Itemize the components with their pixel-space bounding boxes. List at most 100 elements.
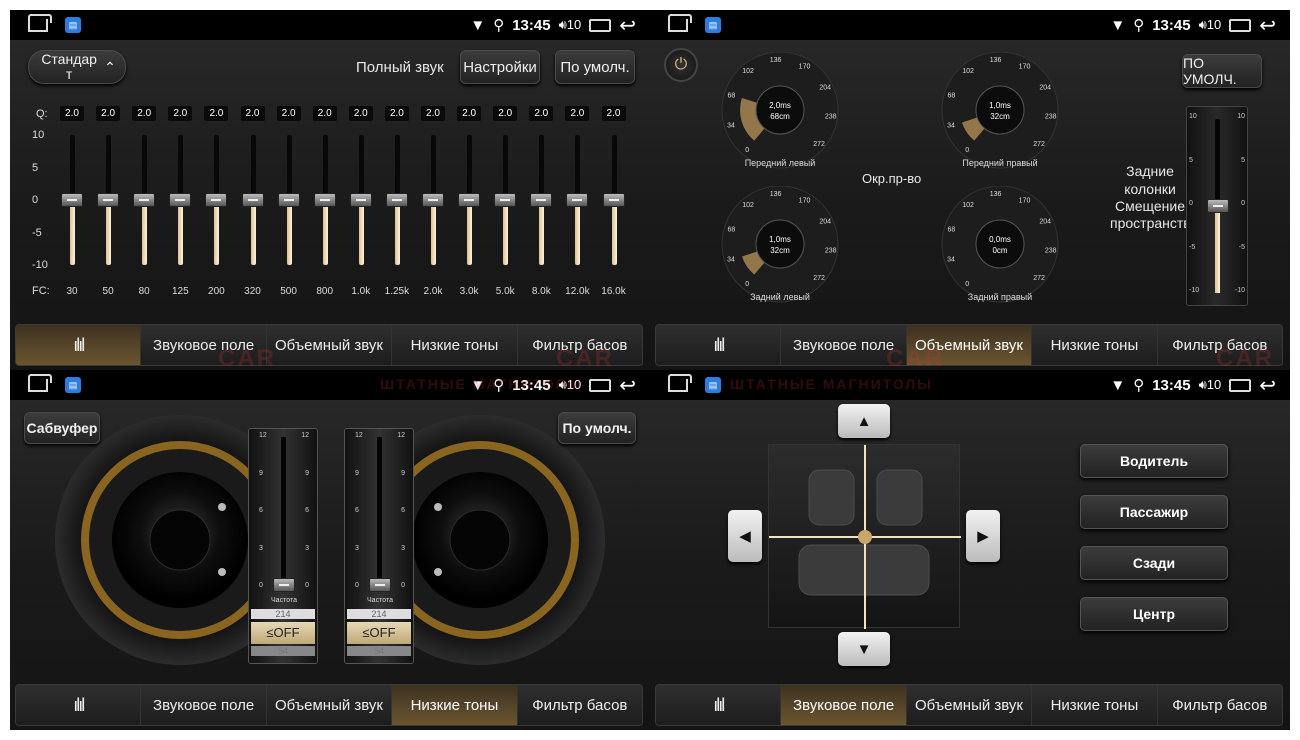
eq-slider-knob[interactable] [97, 193, 120, 207]
dial-tick-label: 272 [813, 141, 825, 148]
app-icon[interactable]: ▤ [65, 377, 81, 393]
cabin-field[interactable] [768, 444, 961, 629]
settings-button[interactable]: Настройки [460, 50, 540, 84]
recent-apps-icon[interactable] [1229, 378, 1252, 392]
tab-surround[interactable]: Объемный звук [266, 325, 393, 365]
delay-dial[interactable]: 0 34 68 102 136 170 204 238 272 1,0ms 32cm Задний л… [710, 186, 850, 304]
recent-apps-icon[interactable] [589, 18, 612, 32]
home-icon[interactable] [668, 14, 692, 32]
recent-apps-icon[interactable] [1229, 18, 1252, 32]
equalizer-icon: ılıl [73, 694, 85, 715]
center-button[interactable]: Центр [1080, 597, 1228, 631]
spatial-shift-slider[interactable]: 10 10 5 5 0 0 -5 -5 -10 -10 [1186, 106, 1248, 306]
tab-bass[interactable]: Низкие тоны [1032, 325, 1158, 365]
eq-slider-knob[interactable] [385, 193, 408, 207]
app-icon[interactable]: ▤ [705, 17, 721, 33]
q-value[interactable]: 2.0 [204, 106, 229, 121]
q-value[interactable]: 2.0 [601, 106, 626, 121]
shift-knob[interactable] [1207, 199, 1229, 213]
tab-bass[interactable]: Низкие тоны [1032, 685, 1158, 725]
tab-bass-filter[interactable]: Фильтр басов [1157, 685, 1282, 725]
eq-slider-knob[interactable] [313, 193, 336, 207]
q-value[interactable]: 2.0 [348, 106, 373, 121]
tab-bass-filter[interactable]: Фильтр басов [517, 685, 642, 725]
tab-equalizer[interactable]: ılıl [656, 685, 782, 725]
back-icon[interactable]: ↩ [1259, 373, 1276, 398]
bass-level-box[interactable]: 12 12 9 9 6 6 3 3 0 0 Частота 214 ≤OFF 54 [248, 428, 318, 664]
q-value[interactable]: 2.0 [457, 106, 482, 121]
q-value[interactable]: 2.0 [132, 106, 157, 121]
eq-slider-knob[interactable] [133, 193, 156, 207]
tab-bass[interactable]: Низкие тоны [392, 325, 518, 365]
power-icon[interactable]: ⏻ [664, 48, 698, 82]
eq-slider-knob[interactable] [61, 193, 83, 207]
default-button[interactable]: По умолч. [555, 50, 635, 84]
q-value[interactable]: 2.0 [529, 106, 554, 121]
arrow-left-button[interactable]: ◀ [728, 510, 762, 562]
eq-slider-fill [358, 200, 364, 265]
q-value[interactable]: 2.0 [276, 106, 301, 121]
q-value[interactable]: 2.0 [168, 106, 193, 121]
q-value[interactable]: 2.0 [493, 106, 518, 121]
filter-value[interactable]: ≤OFF [347, 622, 411, 644]
eq-slider-knob[interactable] [530, 193, 553, 207]
q-value[interactable]: 2.0 [96, 106, 121, 121]
filter-value[interactable]: ≤OFF [251, 622, 315, 644]
eq-slider-knob[interactable] [458, 193, 481, 207]
bass-level-box[interactable]: 12 12 9 9 6 6 3 3 0 0 Частота 214 ≤OFF 54 [344, 428, 414, 664]
eq-slider-knob[interactable] [494, 193, 517, 207]
eq-slider-knob[interactable] [277, 193, 300, 207]
shift-tick-right: 5 [1241, 156, 1245, 164]
recent-apps-icon[interactable] [589, 378, 612, 392]
subwoofer-button[interactable]: Сабвуфер [24, 412, 100, 444]
passenger-button[interactable]: Пассажир [1080, 495, 1228, 529]
q-value[interactable]: 2.0 [421, 106, 445, 121]
level-track[interactable] [281, 437, 286, 587]
back-icon[interactable]: ↩ [619, 373, 636, 398]
q-value[interactable]: 2.0 [565, 106, 590, 121]
delay-dial[interactable]: 0 34 68 102 136 170 204 238 272 2,0ms 68cm Передний… [710, 52, 850, 170]
delay-dial[interactable]: 0 34 68 102 136 170 204 238 272 1,0ms 32cm Передний… [930, 52, 1070, 170]
home-icon[interactable] [668, 374, 692, 392]
driver-button[interactable]: Водитель [1080, 444, 1228, 478]
default-button[interactable]: ПО УМОЛЧ. [1182, 54, 1262, 88]
tab-sound-field[interactable]: Звуковое поле [141, 685, 267, 725]
app-icon[interactable]: ▤ [65, 17, 81, 33]
default-button[interactable]: По умолч. [558, 412, 636, 444]
dial-name: Задний левый [750, 292, 810, 302]
level-knob[interactable] [273, 578, 295, 592]
tab-surround[interactable]: Объемный звук [266, 685, 393, 725]
rear-button[interactable]: Сзади [1080, 546, 1228, 580]
eq-slider-knob[interactable] [566, 193, 589, 207]
eq-slider-knob[interactable] [169, 193, 192, 207]
tab-equalizer[interactable]: ılıl [16, 325, 142, 365]
tab-sound-field[interactable]: Звуковое поле [781, 685, 907, 725]
back-icon[interactable]: ↩ [1259, 13, 1276, 38]
level-knob[interactable] [369, 578, 391, 592]
q-value[interactable]: 2.0 [240, 106, 265, 121]
q-value[interactable]: 2.0 [384, 106, 409, 121]
eq-slider-knob[interactable] [241, 193, 264, 207]
home-icon[interactable] [28, 14, 52, 32]
tab-equalizer[interactable]: ılıl [16, 685, 142, 725]
arrow-up-button[interactable]: ▲ [838, 404, 890, 438]
q-value[interactable]: 2.0 [312, 106, 337, 121]
eq-slider-knob[interactable] [422, 193, 444, 207]
arrow-right-button[interactable]: ▶ [966, 510, 1000, 562]
eq-slider-knob[interactable] [349, 193, 372, 207]
app-icon[interactable]: ▤ [705, 377, 721, 393]
listening-point[interactable] [858, 530, 872, 544]
tab-surround[interactable]: Объемный звук [906, 685, 1033, 725]
db-tick-label: 10 [32, 129, 45, 141]
arrow-down-button[interactable]: ▼ [838, 632, 890, 666]
eq-slider-knob[interactable] [205, 193, 228, 207]
q-value[interactable]: 2.0 [60, 106, 84, 121]
tab-equalizer[interactable]: ılıl [656, 325, 782, 365]
level-track[interactable] [377, 437, 382, 587]
home-icon[interactable] [28, 374, 52, 392]
delay-dial[interactable]: 0 34 68 102 136 170 204 238 272 0,0ms 0cm Задний пр… [930, 186, 1070, 304]
back-icon[interactable]: ↩ [619, 13, 636, 38]
eq-slider-knob[interactable] [602, 193, 625, 207]
preset-dropdown[interactable]: Стандар т ⌃ [28, 50, 126, 84]
tab-bass[interactable]: Низкие тоны [392, 685, 518, 725]
